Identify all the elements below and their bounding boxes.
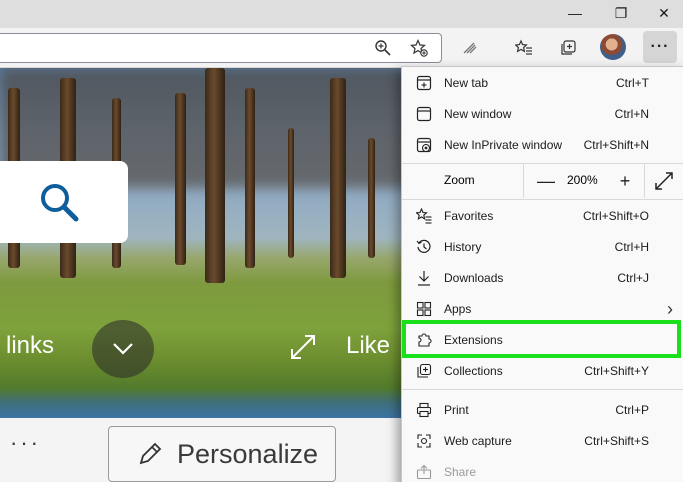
extensions-highlight-box xyxy=(402,320,681,358)
chevron-down-icon xyxy=(113,343,133,355)
menu-item-shortcut: Ctrl+P xyxy=(615,403,649,417)
address-bar[interactable] xyxy=(0,33,442,63)
menu-item-label: Print xyxy=(444,403,469,417)
menu-item-new-inprivate-window[interactable]: New InPrivate window Ctrl+Shift+N xyxy=(402,130,683,160)
like-label[interactable]: Like xyxy=(346,332,390,360)
quick-links-label[interactable]: links xyxy=(6,332,54,360)
divider xyxy=(644,164,645,198)
tree-trunk xyxy=(330,78,346,278)
menu-item-label: Web capture xyxy=(444,434,512,448)
expand-links-button[interactable] xyxy=(92,320,154,378)
menu-item-favorites[interactable]: Favorites Ctrl+Shift+O xyxy=(402,201,683,231)
chevron-right-icon: › xyxy=(667,298,673,319)
menu-separator xyxy=(402,389,683,390)
menu-item-share: Share xyxy=(402,457,683,482)
menu-item-new-window[interactable]: New window Ctrl+N xyxy=(402,99,683,129)
menu-item-label: Downloads xyxy=(444,271,504,285)
history-icon xyxy=(416,239,431,253)
menu-item-label: Collections xyxy=(444,364,503,378)
menu-item-print[interactable]: Print Ctrl+P xyxy=(402,395,683,425)
menu-item-label: New window xyxy=(444,107,512,121)
menu-item-history[interactable]: History Ctrl+H xyxy=(402,232,683,262)
menu-item-label: History xyxy=(444,240,482,254)
divider xyxy=(523,164,524,198)
more-options-button[interactable]: ··· xyxy=(10,430,41,456)
browser-toolbar: ··· xyxy=(0,28,683,68)
new-tab-icon xyxy=(416,75,432,91)
menu-item-shortcut: Ctrl+N xyxy=(614,107,649,121)
inprivate-icon xyxy=(416,137,432,153)
menu-item-web-capture[interactable]: Web capture Ctrl+Shift+S xyxy=(402,426,683,456)
menu-item-shortcut: Ctrl+Shift+Y xyxy=(584,364,649,378)
menu-item-label: Favorites xyxy=(444,209,494,223)
favorites-icon xyxy=(416,208,432,224)
read-aloud-icon[interactable] xyxy=(456,34,484,62)
pencil-icon xyxy=(139,442,162,465)
menu-item-label: New tab xyxy=(444,76,489,90)
profile-avatar[interactable] xyxy=(600,34,626,60)
zoom-level: 200% xyxy=(567,173,598,187)
tree-trunk xyxy=(368,138,375,258)
favorites-icon[interactable] xyxy=(510,34,538,62)
title-bar: — ❐ ✕ xyxy=(0,0,683,28)
download-icon xyxy=(418,271,430,286)
personalize-label: Personalize xyxy=(177,438,319,469)
menu-item-shortcut: Ctrl+Shift+O xyxy=(582,209,649,223)
personalize-button[interactable]: Personalize xyxy=(108,426,336,482)
menu-item-shortcut: Ctrl+J xyxy=(617,271,649,285)
zoom-in-button[interactable]: + xyxy=(614,169,636,193)
web-capture-icon xyxy=(417,434,431,448)
minimize-button[interactable]: — xyxy=(552,0,598,26)
settings-and-more-button[interactable]: ··· xyxy=(643,31,677,63)
menu-item-label: Share xyxy=(444,465,477,479)
tree-trunk xyxy=(245,88,255,268)
menu-item-collections[interactable]: Collections Ctrl+Shift+Y xyxy=(402,356,683,386)
menu-item-downloads[interactable]: Downloads Ctrl+J xyxy=(402,263,683,293)
menu-item-shortcut: Ctrl+Shift+N xyxy=(583,138,649,152)
menu-separator xyxy=(402,199,683,200)
tree-trunk xyxy=(288,128,294,258)
tree-trunk xyxy=(205,68,225,283)
search-box[interactable] xyxy=(0,161,128,243)
tree-trunk xyxy=(175,93,186,265)
zoom-row: Zoom — 200% + xyxy=(402,164,683,198)
add-favorite-icon[interactable] xyxy=(405,34,433,62)
collections-icon xyxy=(417,363,432,378)
close-button[interactable]: ✕ xyxy=(641,0,683,26)
expand-image-icon[interactable] xyxy=(288,332,318,362)
print-icon xyxy=(416,402,432,418)
collections-icon[interactable] xyxy=(554,34,582,62)
menu-item-shortcut: Ctrl+H xyxy=(614,240,649,254)
menu-item-shortcut: Ctrl+T xyxy=(616,76,649,90)
menu-item-new-tab[interactable]: New tab Ctrl+T xyxy=(402,68,683,98)
share-icon xyxy=(416,464,432,480)
zoom-label: Zoom xyxy=(444,173,475,187)
zoom-icon[interactable] xyxy=(369,34,397,62)
fullscreen-icon[interactable] xyxy=(653,170,675,192)
menu-item-label: New InPrivate window xyxy=(444,138,563,152)
menu-item-shortcut: Ctrl+Shift+S xyxy=(584,434,649,448)
apps-icon xyxy=(416,301,432,317)
zoom-out-button[interactable]: — xyxy=(535,169,557,193)
search-icon xyxy=(41,184,79,222)
settings-menu: New tab Ctrl+T New window Ctrl+N New InP… xyxy=(401,66,683,482)
maximize-button[interactable]: ❐ xyxy=(598,0,644,26)
new-window-icon xyxy=(416,106,432,122)
menu-item-label: Apps xyxy=(444,302,472,316)
